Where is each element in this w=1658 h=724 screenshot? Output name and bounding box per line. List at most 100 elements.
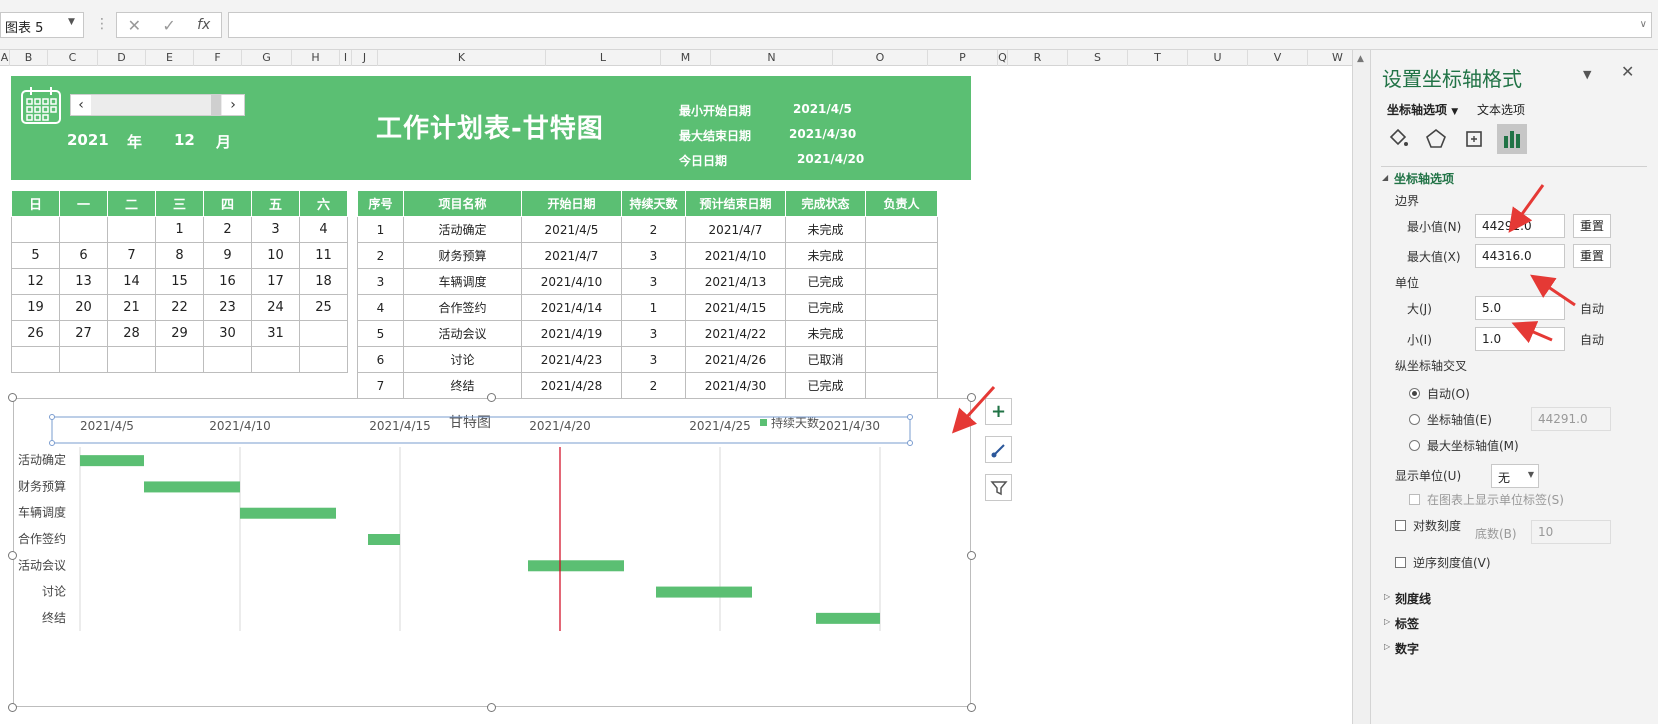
task-cell[interactable]: 6 [357, 346, 404, 373]
task-cell[interactable]: 2021/4/7 [685, 216, 786, 243]
calendar-day[interactable]: 7 [107, 242, 156, 269]
calendar-day[interactable] [251, 346, 300, 373]
calendar-day[interactable]: 14 [107, 268, 156, 295]
task-cell[interactable]: 3 [621, 268, 686, 295]
calendar-day[interactable]: 11 [299, 242, 348, 269]
chart-filters-button[interactable] [985, 474, 1012, 501]
task-cell[interactable]: 已完成 [785, 268, 866, 295]
column-header-n[interactable]: N [711, 50, 833, 66]
column-header-l[interactable]: L [546, 50, 661, 66]
gantt-bar[interactable] [656, 586, 752, 598]
calendar-day[interactable]: 22 [155, 294, 204, 321]
scroll-thumb[interactable] [211, 95, 221, 115]
calendar-day[interactable] [299, 346, 348, 373]
calendar-day[interactable] [155, 346, 204, 373]
axis-options-icon[interactable] [1497, 124, 1527, 154]
section-collapsed-icon[interactable]: ▷ [1384, 617, 1390, 626]
reset-min-button[interactable]: 重置 [1573, 214, 1611, 238]
gantt-bar[interactable] [240, 507, 336, 519]
calendar-day[interactable]: 18 [299, 268, 348, 295]
column-header-s[interactable]: S [1068, 50, 1128, 66]
fill-line-icon[interactable] [1383, 124, 1413, 154]
month-scrollbar[interactable]: ‹ › [70, 94, 245, 116]
minor-auto-button[interactable]: 自动 [1580, 331, 1604, 348]
resize-handle-bl[interactable] [8, 703, 17, 712]
gantt-chart[interactable]: 甘特图 持续天数 2021/4/5 2021/4/10 2021/4/15 2021/… [13, 398, 971, 707]
task-cell[interactable]: 2021/4/5 [521, 216, 622, 243]
reverse-checkbox[interactable] [1395, 557, 1406, 568]
vertical-scrollbar[interactable]: ▲ [1352, 50, 1370, 724]
tab-text-options[interactable]: 文本选项 [1477, 101, 1525, 118]
calendar-day[interactable]: 24 [251, 294, 300, 321]
formula-input[interactable]: ∨ [228, 12, 1652, 38]
section-expanded-icon[interactable]: ◢ [1382, 173, 1388, 182]
name-box-dropdown-icon[interactable]: ▼ [68, 17, 75, 27]
max-bound-input[interactable]: 44316.0 [1475, 244, 1565, 268]
column-header-e[interactable]: E [146, 50, 194, 66]
task-cell[interactable]: 2021/4/14 [521, 294, 622, 321]
column-header-u[interactable]: U [1188, 50, 1248, 66]
task-cell[interactable]: 2021/4/28 [521, 372, 622, 399]
task-cell[interactable]: 活动确定 [403, 216, 522, 243]
calendar-day[interactable] [11, 216, 60, 243]
task-cell[interactable]: 2021/4/7 [521, 242, 622, 269]
expand-formula-icon[interactable]: ∨ [1640, 19, 1647, 30]
section-tick-marks[interactable]: 刻度线 [1395, 590, 1431, 607]
calendar-day[interactable]: 19 [11, 294, 60, 321]
reset-max-button[interactable]: 重置 [1573, 244, 1611, 268]
calendar-day[interactable]: 20 [59, 294, 108, 321]
column-header-v[interactable]: V [1248, 50, 1308, 66]
task-cell[interactable]: 未完成 [785, 216, 866, 243]
size-properties-icon[interactable] [1459, 124, 1489, 154]
resize-handle-tl[interactable] [8, 393, 17, 402]
calendar-day[interactable]: 27 [59, 320, 108, 347]
task-cell[interactable]: 2021/4/13 [685, 268, 786, 295]
task-cell[interactable]: 4 [357, 294, 404, 321]
task-cell[interactable]: 3 [357, 268, 404, 295]
cancel-icon[interactable]: ✕ [128, 16, 141, 35]
task-cell[interactable]: 合作签约 [403, 294, 522, 321]
calendar-day[interactable]: 10 [251, 242, 300, 269]
axis-handle[interactable] [907, 414, 913, 420]
chart-styles-button[interactable] [985, 436, 1012, 463]
section-labels[interactable]: 标签 [1395, 615, 1419, 632]
axis-handle[interactable] [907, 440, 913, 446]
task-cell[interactable]: 2021/4/19 [521, 320, 622, 347]
calendar-day[interactable]: 17 [251, 268, 300, 295]
column-header-o[interactable]: O [833, 50, 928, 66]
calendar-day[interactable]: 6 [59, 242, 108, 269]
task-cell[interactable] [865, 268, 938, 295]
tab-axis-options[interactable]: 坐标轴选项 ▼ [1387, 101, 1458, 118]
task-cell[interactable]: 2021/4/10 [521, 268, 622, 295]
calendar-day[interactable] [59, 216, 108, 243]
calendar-day[interactable]: 30 [203, 320, 252, 347]
chevron-right-icon[interactable]: › [222, 95, 244, 115]
resize-handle-tr[interactable] [967, 393, 976, 402]
major-auto-button[interactable]: 自动 [1580, 300, 1604, 317]
task-cell[interactable]: 1 [621, 294, 686, 321]
calendar-day[interactable]: 31 [251, 320, 300, 347]
column-header-r[interactable]: R [1008, 50, 1068, 66]
calendar-day[interactable]: 16 [203, 268, 252, 295]
resize-handle-l[interactable] [8, 551, 17, 560]
task-cell[interactable] [865, 346, 938, 373]
task-cell[interactable]: 2 [621, 216, 686, 243]
task-cell[interactable]: 3 [621, 242, 686, 269]
calendar-day[interactable]: 21 [107, 294, 156, 321]
calendar-day[interactable]: 26 [11, 320, 60, 347]
task-cell[interactable]: 已取消 [785, 346, 866, 373]
gantt-bar[interactable] [368, 534, 400, 545]
min-bound-input[interactable]: 44291.0 [1475, 214, 1565, 238]
task-cell[interactable]: 2021/4/26 [685, 346, 786, 373]
task-cell[interactable]: 2021/4/10 [685, 242, 786, 269]
axis-handle[interactable] [49, 414, 55, 420]
gantt-bar[interactable] [528, 560, 624, 572]
task-cell[interactable]: 2 [621, 372, 686, 399]
column-header-j[interactable]: J [352, 50, 378, 66]
task-cell[interactable]: 未完成 [785, 242, 866, 269]
show-units-checkbox[interactable] [1409, 494, 1420, 505]
task-cell[interactable] [865, 294, 938, 321]
task-cell[interactable]: 终结 [403, 372, 522, 399]
task-cell[interactable]: 2021/4/23 [521, 346, 622, 373]
pane-options-icon[interactable]: ▼ [1583, 68, 1591, 81]
